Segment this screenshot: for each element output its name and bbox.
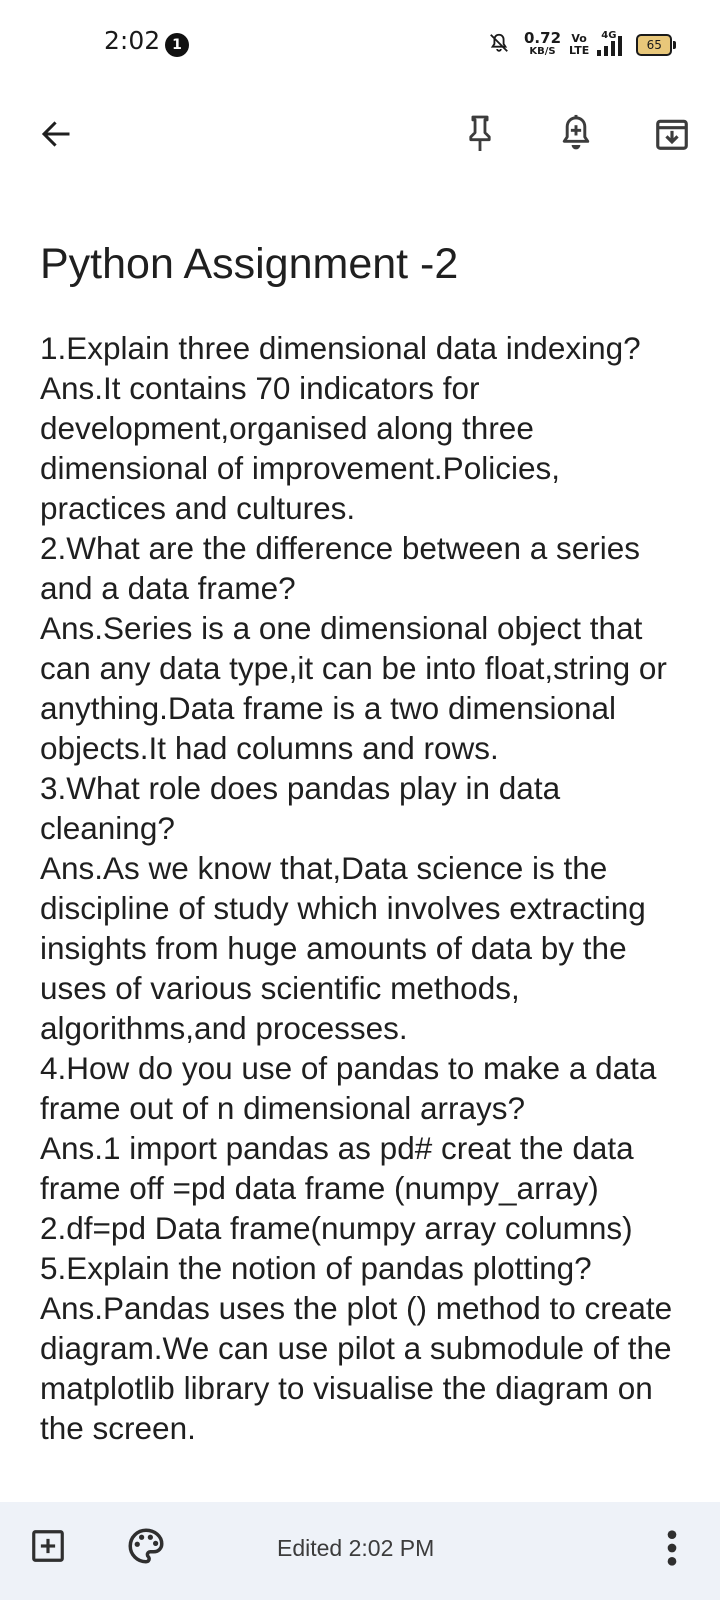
arrow-left-icon	[38, 116, 74, 156]
status-bar: 2:02 1 0.72 KB/S Vo LTE 4G 65	[0, 0, 720, 90]
color-palette-button[interactable]	[118, 1520, 174, 1576]
back-button[interactable]	[30, 110, 82, 162]
volte-bottom-label: LTE	[569, 44, 590, 57]
bell-muted-icon	[488, 32, 510, 58]
pin-icon	[463, 112, 497, 160]
note-title[interactable]: Python Assignment -2	[40, 240, 458, 289]
network-speed: 0.72 KB/S	[524, 29, 562, 58]
signal-strength-icon: 4G	[597, 30, 623, 56]
last-edited-label: Edited 2:02 PM	[277, 1535, 435, 1561]
add-box-icon	[29, 1527, 67, 1569]
status-indicators: 0.72 KB/S Vo LTE 4G 65	[488, 29, 677, 60]
signal-bar	[618, 36, 623, 56]
more-vert-icon	[664, 1528, 680, 1572]
notification-count-badge: 1	[165, 33, 189, 57]
status-time: 2:02	[104, 26, 161, 55]
network-speed-unit: KB/S	[529, 46, 556, 57]
bottom-toolbar: Edited 2:02 PM	[0, 1502, 720, 1600]
more-options-button[interactable]	[648, 1522, 696, 1578]
battery-icon: 65	[636, 34, 677, 56]
signal-bar	[604, 46, 609, 56]
note-editor-screen: 2:02 1 0.72 KB/S Vo LTE 4G 65 Python Ass…	[0, 0, 720, 1600]
reminder-button[interactable]	[550, 108, 602, 164]
network-speed-value: 0.72	[524, 29, 562, 47]
pin-button[interactable]	[454, 108, 506, 164]
note-body[interactable]: 1.Explain three dimensional data indexin…	[40, 328, 690, 1448]
volte-indicator: Vo LTE	[569, 33, 589, 57]
signal-bar	[597, 50, 602, 56]
network-type-label: 4G	[601, 30, 617, 41]
archive-icon	[653, 114, 691, 158]
battery-level: 65	[646, 38, 662, 52]
archive-button[interactable]	[646, 108, 698, 164]
signal-bar	[611, 41, 616, 56]
bell-plus-icon	[558, 112, 594, 160]
palette-icon	[125, 1525, 167, 1571]
add-content-button[interactable]	[22, 1522, 74, 1574]
